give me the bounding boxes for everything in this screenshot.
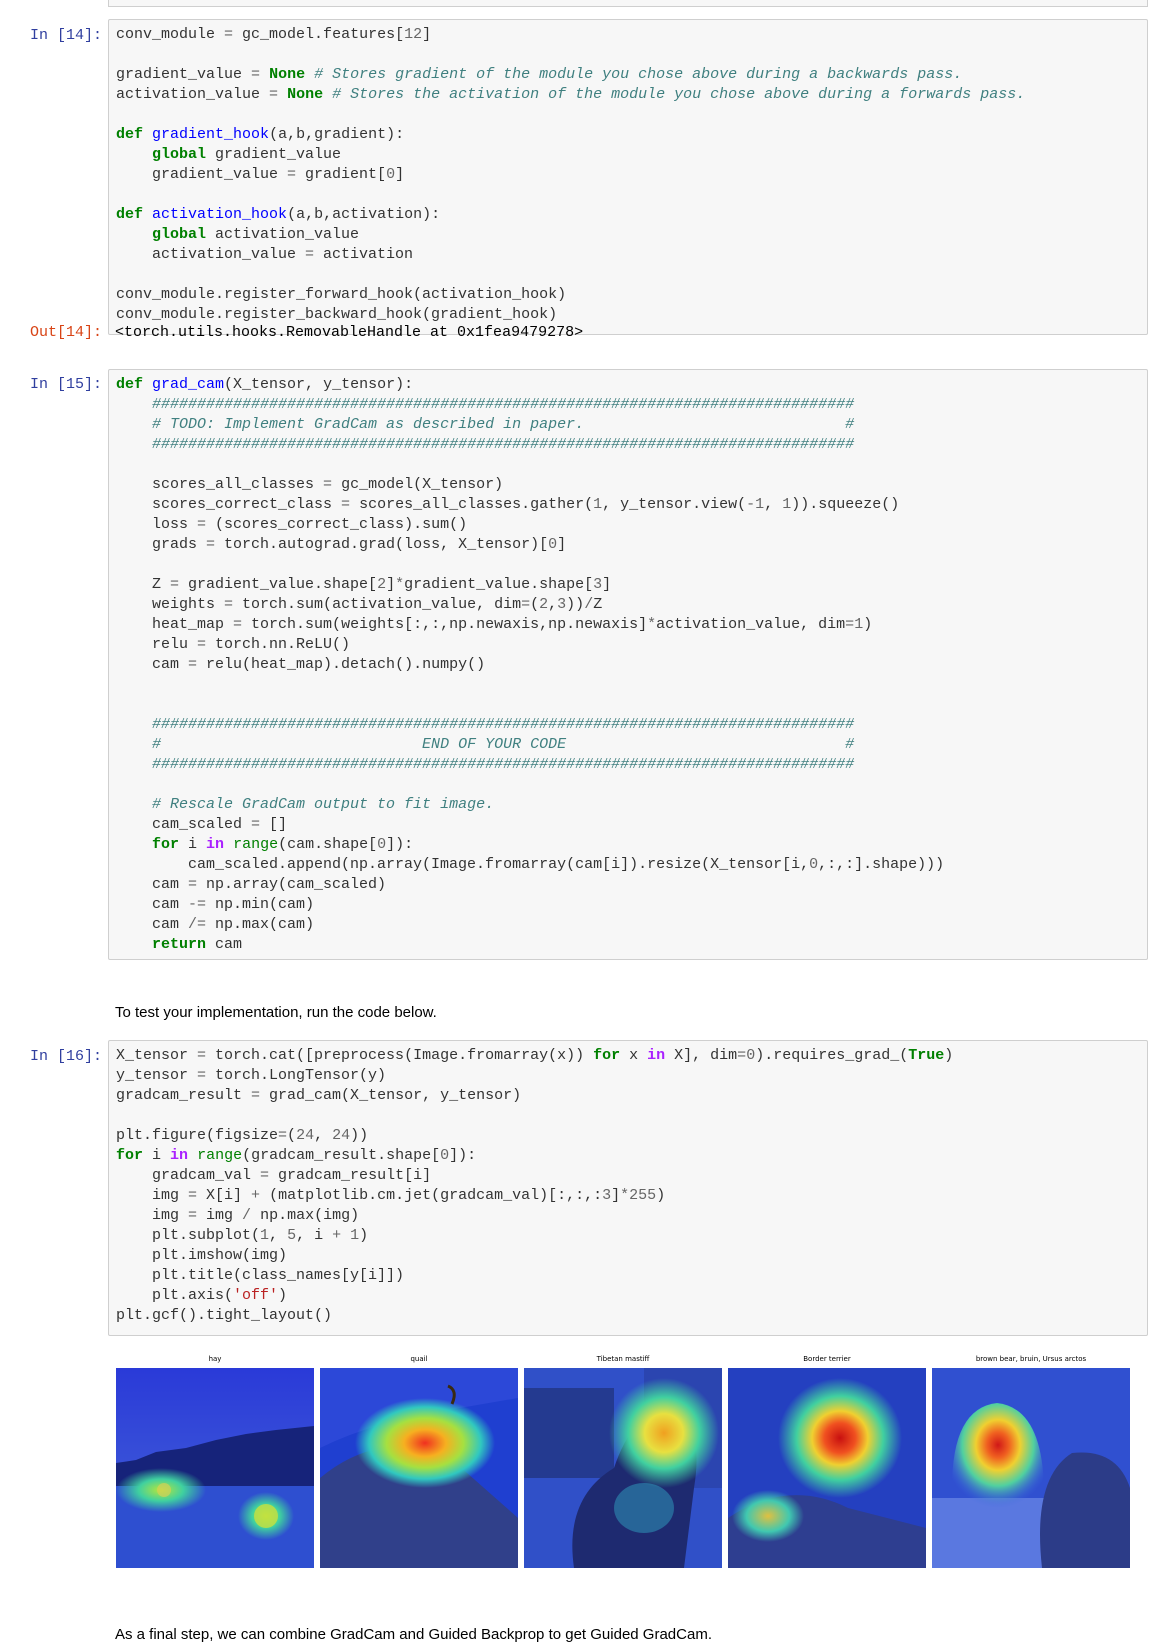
code-line: ​ xyxy=(116,105,1147,125)
code-input[interactable]: def grad_cam(X_tensor, y_tensor): ######… xyxy=(108,369,1148,960)
code-line: y_tensor = torch.LongTensor(y) xyxy=(116,1067,387,1084)
input-prompt: In [15]: xyxy=(29,376,102,393)
input-prompt: In [14]: xyxy=(29,27,102,44)
code-line: plt.imshow(img) xyxy=(116,1247,288,1264)
code-line: cam = relu(heat_map).detach().numpy() xyxy=(116,656,486,673)
code-line: loss = (scores_correct_class).sum() xyxy=(116,516,468,533)
code-input[interactable]: conv_module = gc_model.features[12]​grad… xyxy=(108,19,1148,335)
gradcam-image-tibetan-mastiff xyxy=(524,1368,722,1568)
code-line: # END OF YOUR CODE # xyxy=(152,736,855,753)
panel-title: Tibetan mastiff xyxy=(596,1355,650,1363)
figure-panel-border-terrier: Border terrier xyxy=(728,1355,926,1570)
code-line: def activation_hook(a,b,activation): xyxy=(116,206,441,223)
code-line: def gradient_hook(a,b,gradient): xyxy=(116,126,405,143)
code-line: scores_correct_class = scores_all_classe… xyxy=(116,496,900,513)
code-line: ​ xyxy=(116,1106,1147,1126)
code-line: relu = torch.nn.ReLU() xyxy=(116,636,351,653)
panel-title: hay xyxy=(208,1355,222,1363)
code-line: ​ xyxy=(116,45,1147,65)
code-line: plt.title(class_names[y[i]]) xyxy=(116,1267,405,1284)
markdown-text: As a final step, we can combine GradCam … xyxy=(115,1626,712,1643)
code-line: for i in range(gradcam_result.shape[0]): xyxy=(116,1147,477,1164)
code-line: cam /= np.max(cam) xyxy=(116,916,315,933)
gradcam-figure: hay quail Tibetan mastiff Border terrier… xyxy=(116,1355,1130,1570)
code-line: ########################################… xyxy=(152,756,855,773)
code-line: # TODO: Implement GradCam as described i… xyxy=(152,416,855,433)
code-line: activation_value = activation xyxy=(116,246,414,263)
code-line: heat_map = torch.sum(weights[:,:,np.newa… xyxy=(116,616,873,633)
code-line: cam_scaled = [] xyxy=(116,816,288,833)
code-line: plt.figure(figsize=(24, 24)) xyxy=(116,1127,369,1144)
gradcam-image-hay xyxy=(116,1368,314,1568)
panel-title: Border terrier xyxy=(803,1355,851,1363)
code-line: plt.subplot(1, 5, i + 1) xyxy=(116,1227,369,1244)
code-line: gradcam_result = grad_cam(X_tensor, y_te… xyxy=(116,1087,522,1104)
code-line: global activation_value xyxy=(152,226,360,243)
code-line: ​ xyxy=(116,265,1147,285)
panel-title: brown bear, bruin, Ursus arctos xyxy=(975,1355,1087,1363)
gradcam-image-quail xyxy=(320,1368,518,1568)
code-line: gradient_value = gradient[0] xyxy=(116,166,405,183)
output-prompt: Out[14]: xyxy=(29,324,102,341)
code-line: ​ xyxy=(116,695,1147,715)
output-text: <torch.utils.hooks.RemovableHandle at 0x… xyxy=(115,324,584,341)
code-line: ​ xyxy=(116,775,1147,795)
gradcam-image-border-terrier xyxy=(728,1368,926,1568)
figure-panel-quail: quail xyxy=(320,1355,518,1570)
code-line: img = X[i] + (matplotlib.cm.jet(gradcam_… xyxy=(116,1187,666,1204)
code-line: weights = torch.sum(activation_value, di… xyxy=(116,596,603,613)
code-line: scores_all_classes = gc_model(X_tensor) xyxy=(116,476,504,493)
code-text: def grad_cam(X_tensor, y_tensor): ######… xyxy=(116,375,1147,955)
panel-title: quail xyxy=(410,1355,428,1363)
code-line: grads = torch.autograd.grad(loss, X_tens… xyxy=(116,536,567,553)
code-line: ​ xyxy=(116,555,1147,575)
figure-panel-brown-bear: brown bear, bruin, Ursus arctos xyxy=(932,1355,1130,1570)
code-line: ########################################… xyxy=(152,436,855,453)
code-line: X_tensor = torch.cat([preprocess(Image.f… xyxy=(116,1047,954,1064)
figure-panel-hay: hay xyxy=(116,1355,314,1570)
code-line: def grad_cam(X_tensor, y_tensor): xyxy=(116,376,414,393)
code-text: X_tensor = torch.cat([preprocess(Image.f… xyxy=(116,1046,1147,1326)
code-line: global gradient_value xyxy=(152,146,342,163)
code-line: ########################################… xyxy=(152,396,855,413)
code-line: conv_module.register_forward_hook(activa… xyxy=(116,286,567,303)
code-line: gradient_value = None # Stores gradient … xyxy=(116,66,963,83)
markdown-text: To test your implementation, run the cod… xyxy=(115,1004,437,1021)
code-line: plt.axis('off') xyxy=(116,1287,288,1304)
input-prompt: In [16]: xyxy=(29,1048,102,1065)
code-line: plt.gcf().tight_layout() xyxy=(116,1307,333,1324)
code-text: conv_module = gc_model.features[12]​grad… xyxy=(116,25,1147,325)
code-line: ########################################… xyxy=(152,716,855,733)
code-line: ​ xyxy=(116,185,1147,205)
figure-panel-tibetan-mastiff: Tibetan mastiff xyxy=(524,1355,722,1570)
code-line: cam_scaled.append(np.array(Image.fromarr… xyxy=(116,856,945,873)
code-line: img = img / np.max(img) xyxy=(116,1207,360,1224)
code-line: for i in range(cam.shape[0]): xyxy=(152,836,414,853)
code-line: ​ xyxy=(116,675,1147,695)
code-line: cam = np.array(cam_scaled) xyxy=(116,876,387,893)
code-line: # Rescale GradCam output to fit image. xyxy=(152,796,495,813)
code-line: return cam xyxy=(152,936,243,953)
code-line: gradcam_val = gradcam_result[i] xyxy=(116,1167,432,1184)
gradcam-image-brown-bear xyxy=(932,1368,1130,1568)
code-line: conv_module.register_backward_hook(gradi… xyxy=(116,306,558,323)
code-line: ​ xyxy=(116,455,1147,475)
previous-cell-bottom xyxy=(108,0,1148,7)
code-line: Z = gradient_value.shape[2]*gradient_val… xyxy=(116,576,612,593)
code-input[interactable]: X_tensor = torch.cat([preprocess(Image.f… xyxy=(108,1040,1148,1336)
code-line: cam -= np.min(cam) xyxy=(116,896,315,913)
code-line: conv_module = gc_model.features[12] xyxy=(116,26,432,43)
code-line: activation_value = None # Stores the act… xyxy=(116,86,1026,103)
